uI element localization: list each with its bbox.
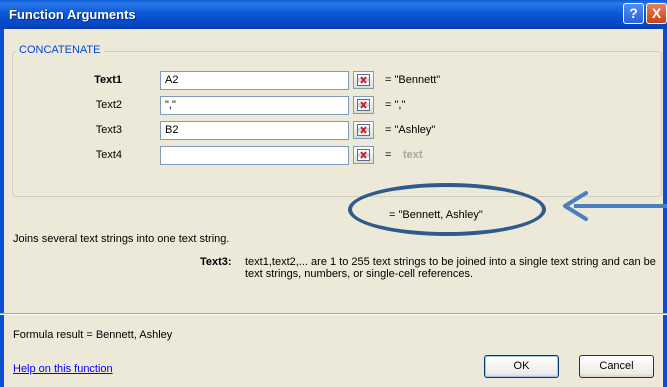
text1-collapse-button[interactable] bbox=[353, 71, 374, 89]
close-icon[interactable]: X bbox=[646, 3, 667, 24]
window-title: Function Arguments bbox=[9, 7, 136, 22]
pointer-arrow-icon bbox=[563, 191, 667, 221]
window-border-left bbox=[0, 29, 4, 387]
ok-button[interactable]: OK bbox=[484, 355, 559, 378]
title-bar: Function Arguments ? X bbox=[0, 0, 667, 29]
argument-help-label: Text3: bbox=[200, 256, 232, 268]
argument-help-text: text1,text2,... are 1 to 255 text string… bbox=[245, 256, 656, 280]
text3-input[interactable]: B2 bbox=[160, 121, 349, 140]
text4-hint: text bbox=[403, 149, 423, 161]
text3-collapse-button[interactable] bbox=[353, 121, 374, 139]
formula-result: Formula result = Bennett, Ashley bbox=[13, 329, 173, 341]
help-link[interactable]: Help on this function bbox=[13, 363, 113, 375]
argument-help: Text3: text1,text2,... are 1 to 255 text … bbox=[200, 256, 660, 280]
text1-label: Text1 bbox=[94, 74, 122, 86]
text1-input[interactable]: A2 bbox=[160, 71, 349, 90]
text4-input[interactable] bbox=[160, 146, 349, 165]
text2-input[interactable]: "," bbox=[160, 96, 349, 115]
divider bbox=[0, 313, 667, 315]
text2-label: Text2 bbox=[95, 99, 122, 111]
text1-value: = "Bennett" bbox=[385, 74, 441, 86]
range-select-icon bbox=[357, 149, 370, 161]
function-name-label: CONCATENATE bbox=[16, 44, 104, 56]
text3-label: Text3 bbox=[95, 124, 122, 136]
text2-value: = "," bbox=[385, 99, 406, 111]
highlight-ellipse bbox=[348, 183, 546, 236]
text4-collapse-button[interactable] bbox=[353, 146, 374, 164]
help-icon[interactable]: ? bbox=[623, 3, 644, 24]
range-select-icon bbox=[357, 74, 370, 86]
range-select-icon bbox=[357, 99, 370, 111]
text4-label: Text4 bbox=[95, 149, 122, 161]
text3-value: = "Ashley" bbox=[385, 124, 436, 136]
range-select-icon bbox=[357, 124, 370, 136]
cancel-button[interactable]: Cancel bbox=[579, 355, 654, 378]
text4-value: = bbox=[385, 149, 392, 161]
text2-collapse-button[interactable] bbox=[353, 96, 374, 114]
function-description: Joins several text strings into one text… bbox=[13, 233, 230, 245]
